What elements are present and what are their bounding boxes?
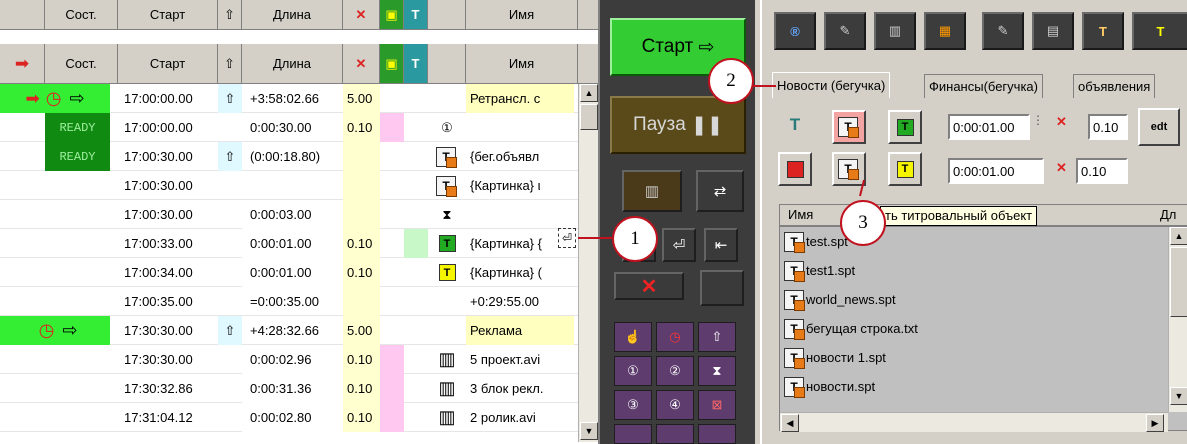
callout-1: 1 — [612, 216, 658, 262]
callout-lines — [578, 85, 865, 239]
callout-2: 2 — [708, 58, 754, 104]
callout-3: 3 — [840, 200, 886, 246]
